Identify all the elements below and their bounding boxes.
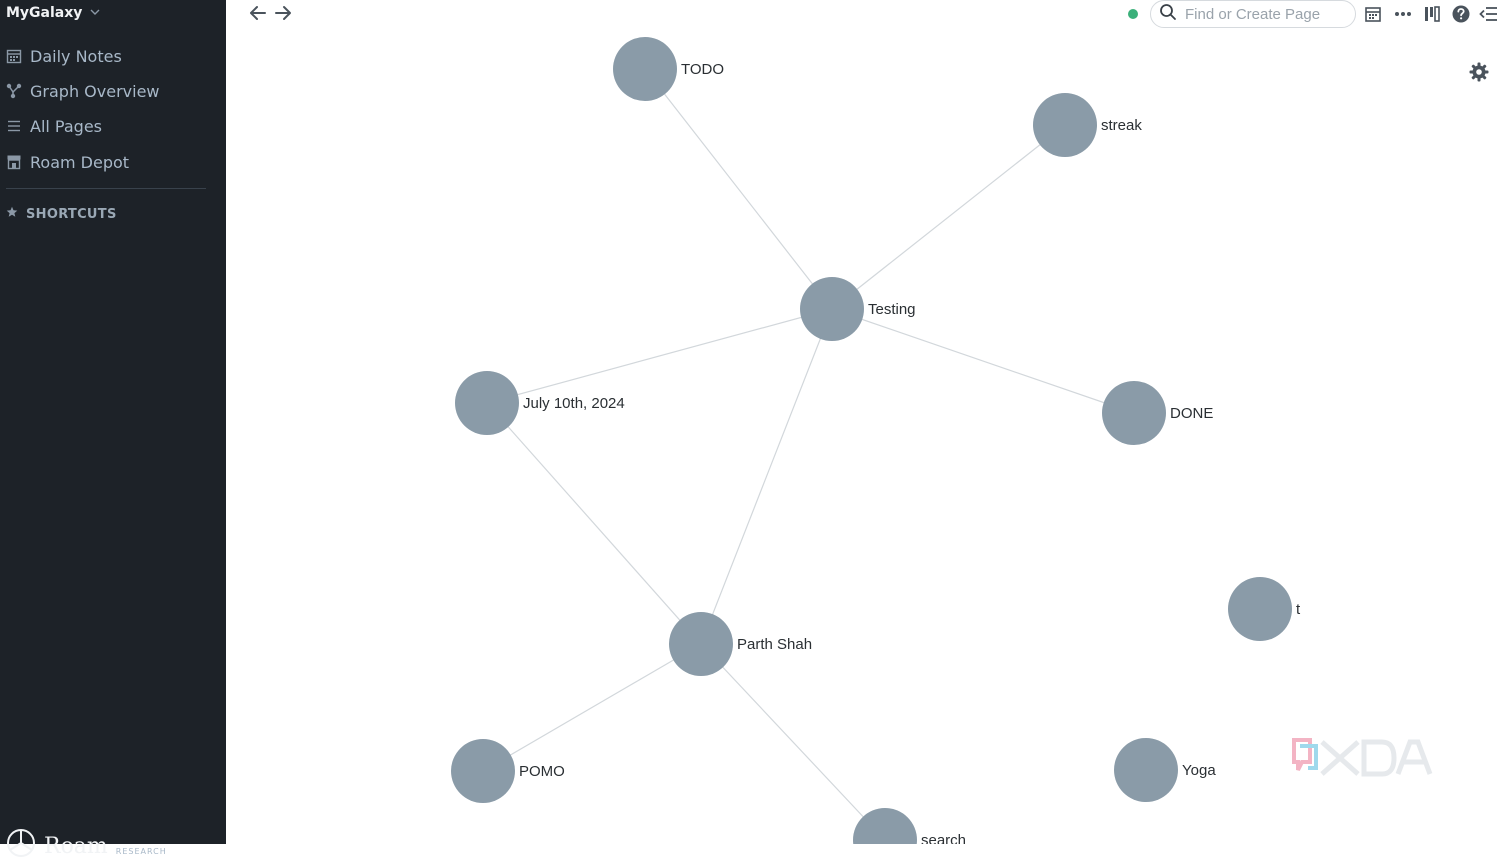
- gear-icon: [1469, 62, 1489, 82]
- graph-edge: [644, 68, 833, 310]
- graph-edge: [482, 643, 702, 772]
- calendar-icon: [1365, 7, 1381, 22]
- graph-node-parth[interactable]: Parth Shah: [669, 612, 812, 676]
- graph-edges: [482, 68, 1135, 841]
- graph-edge: [700, 308, 833, 645]
- graph-node-yoga[interactable]: Yoga: [1114, 738, 1216, 802]
- graph-node-circle[interactable]: [1102, 381, 1166, 445]
- outdent-icon: [1479, 7, 1497, 21]
- graph-node-label[interactable]: POMO: [519, 763, 565, 780]
- graph-node-label[interactable]: search: [921, 832, 966, 844]
- graph-settings-button[interactable]: [1468, 61, 1490, 83]
- arrow-right-icon: [275, 6, 291, 20]
- graph-node-circle[interactable]: [451, 739, 515, 803]
- graph-node-circle[interactable]: [800, 277, 864, 341]
- back-button[interactable]: [247, 2, 269, 24]
- sidebar-columns-icon: [1425, 6, 1440, 22]
- more-horizontal-icon: [1395, 12, 1411, 16]
- graph-node-label[interactable]: Parth Shah: [737, 636, 812, 653]
- graph-node-streak[interactable]: streak: [1033, 93, 1142, 157]
- more-options-button[interactable]: [1392, 3, 1414, 25]
- graph-node-circle[interactable]: [853, 808, 917, 844]
- daily-notes-button[interactable]: [1362, 3, 1384, 25]
- search-icon: [1159, 3, 1177, 25]
- graph-node-label[interactable]: streak: [1101, 117, 1142, 134]
- graph-edge: [486, 402, 702, 645]
- graph-edge: [831, 308, 1135, 414]
- graph-edge: [486, 308, 833, 404]
- help-button[interactable]: [1450, 3, 1472, 25]
- graph-node-circle[interactable]: [669, 612, 733, 676]
- graph-node-todo[interactable]: TODO: [613, 37, 724, 101]
- graph-node-search[interactable]: search: [853, 808, 966, 844]
- arrow-left-icon: [250, 6, 266, 20]
- graph-node-july[interactable]: July 10th, 2024: [455, 371, 625, 435]
- graph-node-label[interactable]: DONE: [1170, 405, 1213, 422]
- help-icon: [1452, 5, 1470, 23]
- graph-node-circle[interactable]: [1033, 93, 1097, 157]
- collapse-sidebar-button[interactable]: [1478, 3, 1497, 25]
- graph-node-circle[interactable]: [1228, 577, 1292, 641]
- graph-node-label[interactable]: Yoga: [1182, 762, 1216, 779]
- xda-watermark: [1290, 734, 1435, 780]
- right-sidebar-button[interactable]: [1421, 3, 1443, 25]
- graph-canvas[interactable]: TODO streak Testing July 10th, 2024 DONE t Par…: [0, 0, 1497, 844]
- search-box[interactable]: [1150, 0, 1357, 28]
- graph-node-label[interactable]: Testing: [868, 301, 916, 318]
- graph-node-circle[interactable]: [455, 371, 519, 435]
- graph-edge: [831, 124, 1066, 310]
- graph-node-pomo[interactable]: POMO: [451, 739, 565, 803]
- graph-node-label[interactable]: t: [1296, 601, 1301, 618]
- search-input[interactable]: [1183, 4, 1357, 24]
- graph-node-circle[interactable]: [1114, 738, 1178, 802]
- forward-button[interactable]: [272, 2, 294, 24]
- graph-node-t[interactable]: t: [1228, 577, 1301, 641]
- graph-nodes: TODO streak Testing July 10th, 2024 DONE t Par…: [451, 37, 1301, 844]
- graph-node-done[interactable]: DONE: [1102, 381, 1213, 445]
- sync-status-dot: [1128, 9, 1138, 19]
- graph-node-label[interactable]: TODO: [681, 61, 724, 78]
- graph-edge: [700, 643, 886, 841]
- brand-subtitle: RESEARCH: [115, 846, 167, 856]
- graph-node-circle[interactable]: [613, 37, 677, 101]
- graph-node-label[interactable]: July 10th, 2024: [523, 395, 625, 412]
